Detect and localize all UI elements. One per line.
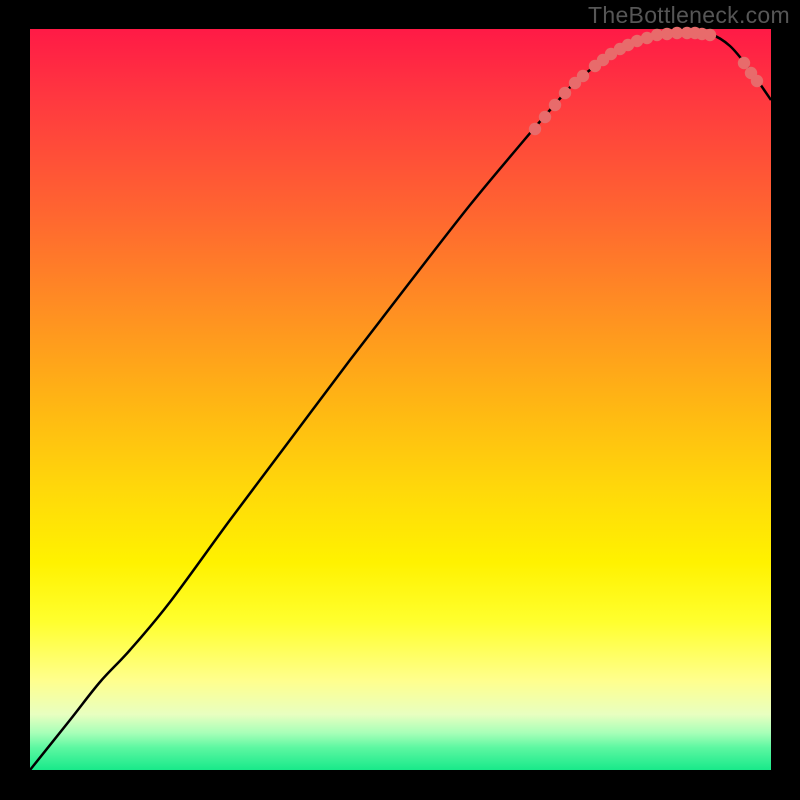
curve-marker (738, 57, 750, 69)
curve-marker (577, 70, 589, 82)
chart-svg-layer (30, 29, 771, 770)
curve-marker (549, 99, 561, 111)
curve-marker (751, 75, 763, 87)
curve-marker (704, 29, 716, 41)
bottleneck-curve (30, 33, 771, 770)
curve-marker (539, 111, 551, 123)
curve-marker (559, 87, 571, 99)
curve-marker (529, 123, 541, 135)
watermark-text: TheBottleneck.com (588, 2, 790, 29)
chart-frame: TheBottleneck.com (0, 0, 800, 800)
